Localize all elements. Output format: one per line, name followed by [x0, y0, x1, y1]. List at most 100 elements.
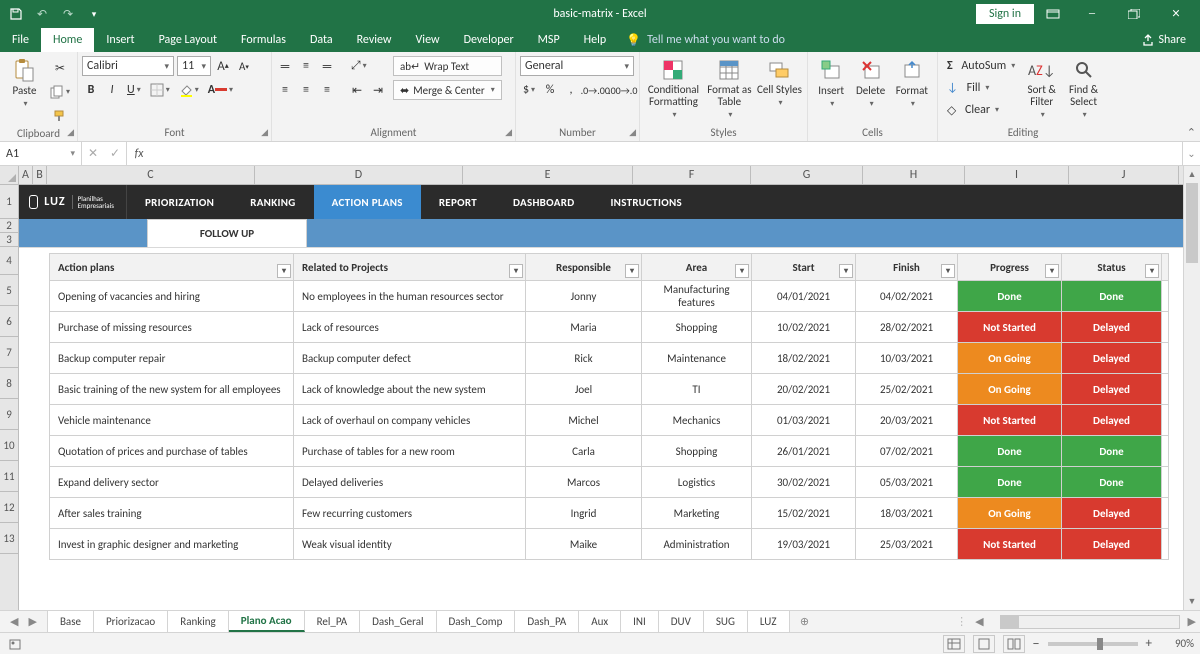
th-progress[interactable]: Progress▾ [958, 254, 1062, 280]
accounting-icon[interactable]: $▾ [520, 80, 538, 100]
cell-rp[interactable]: Few recurring customers [294, 498, 526, 528]
tell-me[interactable]: 💡 Tell me what you want to do [618, 28, 793, 52]
cell-ap[interactable]: Invest in graphic designer and marketing [50, 529, 294, 559]
row-header-5[interactable]: 5 [0, 275, 18, 306]
cell-start[interactable]: 18/02/2021 [752, 343, 856, 373]
paste-button[interactable]: Paste ▾ [4, 54, 45, 109]
cell-ap[interactable]: Quotation of prices and purchase of tabl… [50, 436, 294, 466]
row-header-10[interactable]: 10 [0, 430, 18, 461]
align-bottom-icon[interactable]: ═ [318, 56, 336, 76]
tab-page-layout[interactable]: Page Layout [147, 28, 229, 52]
cell-fin[interactable]: 25/02/2021 [856, 374, 958, 404]
merge-center-button[interactable]: ⬌Merge & Center▾ [393, 80, 502, 100]
tab-data[interactable]: Data [298, 28, 345, 52]
clear-button[interactable]: ◇ Clear▾ [942, 100, 1020, 120]
filter-dropdown-icon[interactable]: ▾ [941, 264, 955, 278]
increase-indent-icon[interactable]: ⇥ [369, 80, 387, 100]
enter-formula-icon[interactable]: ✓ [104, 146, 126, 161]
th-area[interactable]: Area▾ [642, 254, 752, 280]
cell-resp[interactable]: Marcos [526, 467, 642, 497]
th-related-to-projects[interactable]: Related to Projects▾ [294, 254, 526, 280]
table-row[interactable]: Basic training of the new system for all… [49, 374, 1169, 405]
th-status[interactable]: Status▾ [1062, 254, 1162, 280]
normal-view-icon[interactable] [943, 635, 965, 653]
dialog-launcher-icon[interactable]: ◢ [505, 127, 512, 138]
cancel-formula-icon[interactable]: ✕ [82, 146, 104, 161]
cell-styles-button[interactable]: Cell Styles▾ [756, 54, 803, 108]
qat-custom-icon[interactable]: ▾ [86, 6, 102, 22]
next-sheet-icon[interactable]: ▶ [28, 615, 36, 628]
col-header-F[interactable]: F [633, 166, 751, 184]
tab-developer[interactable]: Developer [452, 28, 526, 52]
close-icon[interactable]: × [1156, 0, 1196, 28]
dialog-launcher-icon[interactable]: ◢ [67, 127, 74, 138]
bold-button[interactable]: B [82, 80, 100, 100]
cell-start[interactable]: 10/02/2021 [752, 312, 856, 342]
number-format-combo[interactable]: General▾ [520, 56, 634, 76]
sheet-tab-ranking[interactable]: Ranking [168, 611, 229, 632]
cell-ap[interactable]: Basic training of the new system for all… [50, 374, 294, 404]
collapse-ribbon-icon[interactable]: ⌃ [1187, 126, 1196, 139]
col-header-J[interactable]: J [1069, 166, 1179, 184]
sheet-tab-rel_pa[interactable]: Rel_PA [305, 611, 361, 632]
hscroll-right-icon[interactable]: ▶ [1188, 615, 1196, 628]
cell-resp[interactable]: Michel [526, 405, 642, 435]
table-row[interactable]: Purchase of missing resourcesLack of res… [49, 312, 1169, 343]
nav-dashboard[interactable]: DASHBOARD [495, 185, 592, 219]
filter-dropdown-icon[interactable]: ▾ [1045, 264, 1059, 278]
cell-rp[interactable]: Weak visual identity [294, 529, 526, 559]
italic-button[interactable]: I [103, 80, 121, 100]
align-middle-icon[interactable]: ≡ [297, 56, 315, 76]
scroll-down-icon[interactable]: ▼ [1184, 593, 1200, 610]
fill-button[interactable]: ↓ Fill▾ [942, 78, 1020, 98]
col-header-A[interactable]: A [19, 166, 33, 184]
filter-dropdown-icon[interactable]: ▾ [509, 264, 523, 278]
cell-start[interactable]: 01/03/2021 [752, 405, 856, 435]
col-header-I[interactable]: I [965, 166, 1069, 184]
delete-cells-button[interactable]: Delete▾ [850, 54, 890, 109]
expand-formula-icon[interactable]: ⌄ [1182, 142, 1200, 165]
cell-rp[interactable]: Purchase of tables for a new room [294, 436, 526, 466]
row-header-8[interactable]: 8 [0, 368, 18, 399]
table-row[interactable]: Vehicle maintenanceLack of overhaul on c… [49, 405, 1169, 436]
filter-dropdown-icon[interactable]: ▾ [277, 264, 291, 278]
cell-resp[interactable]: Maria [526, 312, 642, 342]
cell-start[interactable]: 19/03/2021 [752, 529, 856, 559]
cell-start[interactable]: 20/02/2021 [752, 374, 856, 404]
cell-ap[interactable]: Backup computer repair [50, 343, 294, 373]
grow-font-icon[interactable]: A▴ [214, 56, 232, 76]
signin-button[interactable]: Sign in [976, 4, 1034, 24]
row-header-9[interactable]: 9 [0, 399, 18, 430]
share-button[interactable]: Share [1128, 28, 1200, 52]
zoom-level[interactable]: 90% [1160, 637, 1194, 650]
scroll-up-icon[interactable]: ▲ [1184, 166, 1200, 183]
cell-ap[interactable]: Vehicle maintenance [50, 405, 294, 435]
increase-decimal-icon[interactable]: .0→.00 [583, 80, 608, 100]
th-finish[interactable]: Finish▾ [856, 254, 958, 280]
align-center-icon[interactable]: ≡ [297, 80, 315, 100]
cell-area[interactable]: Marketing [642, 498, 752, 528]
tab-formulas[interactable]: Formulas [229, 28, 298, 52]
table-row[interactable]: Invest in graphic designer and marketing… [49, 529, 1169, 560]
name-box[interactable]: A1▾ [0, 142, 82, 165]
format-as-table-button[interactable]: Format as Table▾ [703, 54, 756, 120]
formula-input[interactable] [151, 142, 1182, 165]
comma-icon[interactable]: , [562, 80, 580, 100]
redo-icon[interactable]: ↷ [60, 6, 76, 22]
cell-area[interactable]: Mechanics [642, 405, 752, 435]
copy-icon[interactable]: ▾ [47, 82, 73, 102]
underline-button[interactable]: U▾ [124, 80, 144, 100]
th-start[interactable]: Start▾ [752, 254, 856, 280]
nav-priorization[interactable]: PRIORIZATION [127, 185, 232, 219]
cell-ap[interactable]: Expand delivery sector [50, 467, 294, 497]
row-header-4[interactable]: 4 [0, 247, 18, 275]
row-header-1[interactable]: 1 [0, 185, 18, 219]
fx-icon[interactable]: fx [127, 142, 151, 165]
cell-resp[interactable]: Rick [526, 343, 642, 373]
row-headers[interactable]: 12345678910111213 [0, 185, 19, 610]
borders-icon[interactable]: ▾ [147, 80, 173, 100]
tab-home[interactable]: Home [41, 28, 94, 52]
align-top-icon[interactable]: ═ [276, 56, 294, 76]
shrink-font-icon[interactable]: A▾ [235, 56, 253, 76]
horizontal-scrollbar[interactable] [1000, 615, 1180, 629]
